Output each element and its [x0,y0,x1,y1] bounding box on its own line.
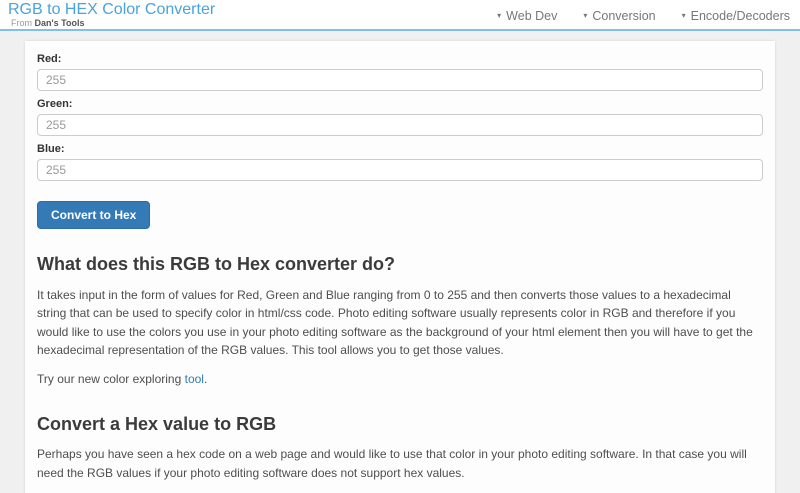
nav-item-label: Conversion [592,9,655,23]
nav-item-encode-decoders[interactable]: ▾ Encode/Decoders [682,9,790,23]
red-label: Red: [37,53,763,65]
about-paragraph: It takes input in the form of values for… [37,286,763,360]
caret-down-icon: ▾ [497,12,501,20]
site-header: RGB to HEX Color Converter From Dan's To… [0,0,800,31]
subtitle-from-label: From [11,18,32,28]
green-input[interactable] [37,114,763,136]
color-exploring-tool-link[interactable]: tool [185,372,204,386]
about-heading: What does this RGB to Hex converter do? [37,254,763,276]
green-label: Green: [37,98,763,110]
try-tool-suffix: . [204,372,207,386]
nav-item-web-dev[interactable]: ▾ Web Dev [497,9,557,23]
converter-card: Red: Green: Blue: Convert to Hex What do… [25,41,775,493]
brand-name: Dan's Tools [35,18,85,28]
hex-to-rgb-paragraph: Perhaps you have seen a hex code on a we… [37,445,763,482]
nav-item-label: Encode/Decoders [691,9,790,23]
blue-label: Blue: [37,143,763,155]
caret-down-icon: ▾ [583,12,587,20]
convert-to-hex-button[interactable]: Convert to Hex [37,201,150,229]
red-input[interactable] [37,69,763,91]
top-nav: ▾ Web Dev ▾ Conversion ▾ Encode/Decoders [497,0,790,31]
try-tool-text: Try our new color exploring [37,372,185,386]
hex-to-rgb-heading: Convert a Hex value to RGB [37,414,763,436]
nav-item-label: Web Dev [506,9,557,23]
blue-input[interactable] [37,159,763,181]
caret-down-icon: ▾ [682,12,686,20]
try-tool-line: Try our new color exploring tool. [37,370,763,389]
nav-item-conversion[interactable]: ▾ Conversion [583,9,655,23]
